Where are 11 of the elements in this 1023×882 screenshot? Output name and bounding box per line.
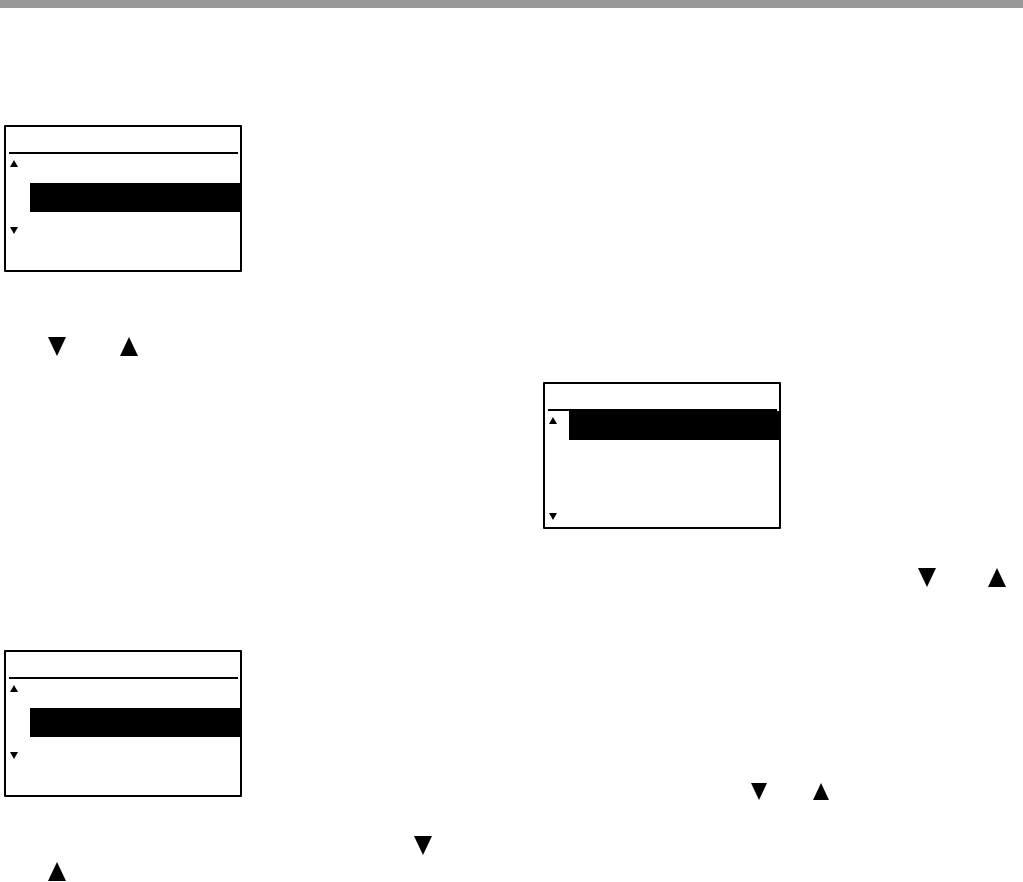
selected-menu-row[interactable] [30,708,242,737]
up-triangle-icon [813,783,829,800]
down-triangle-icon [48,337,66,356]
down-triangle-icon [414,836,432,855]
down-triangle-icon [751,783,767,800]
up-triangle-icon [120,337,138,356]
up-triangle-icon [48,862,66,881]
up-triangle-icon [988,568,1006,587]
down-triangle-icon [918,568,936,587]
selected-menu-row[interactable] [30,183,242,212]
selected-menu-row[interactable] [569,411,781,440]
